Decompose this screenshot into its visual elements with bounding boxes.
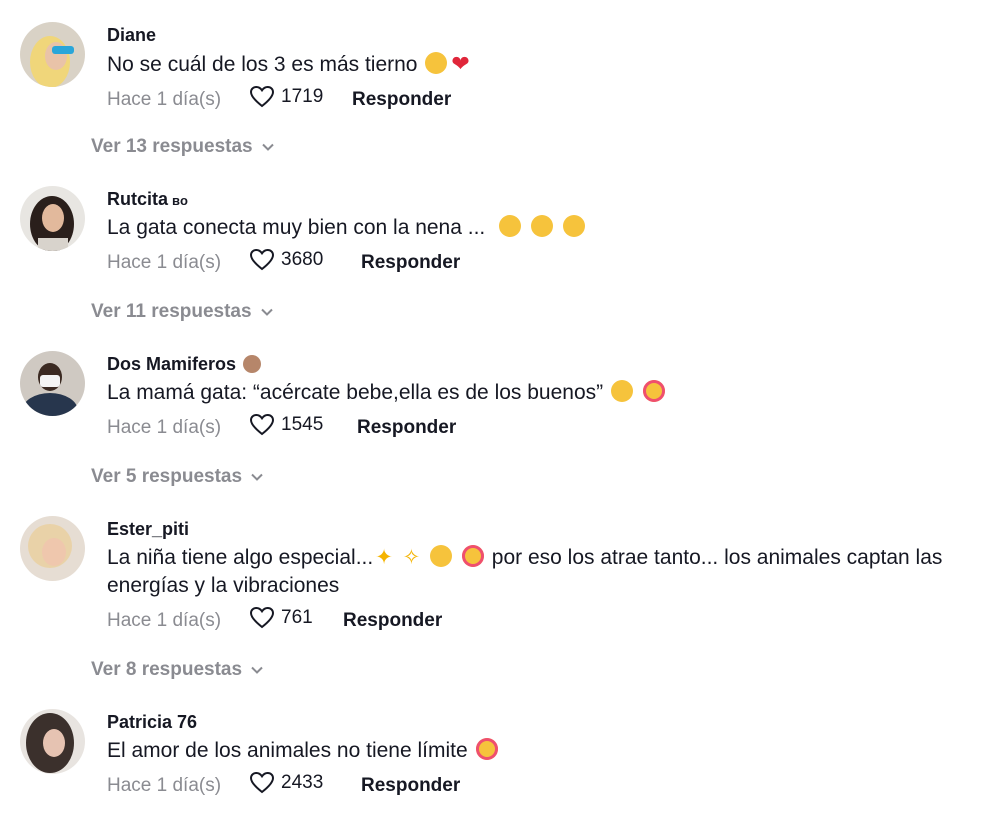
smiling-face-with-heart-eyes-icon — [430, 545, 453, 567]
smiling-face-with-hearts-icon — [642, 380, 665, 402]
comment-time: Hace 1 día(s) — [107, 775, 222, 796]
reply-button[interactable]: Responder — [361, 775, 460, 797]
smiling-face-with-hearts-icon — [475, 738, 498, 760]
chevron-down-icon — [251, 473, 263, 481]
chevron-down-icon — [261, 143, 274, 151]
comment-text: La mamá gata: “acércate bebe,ella es de … — [107, 379, 986, 407]
avatar[interactable] — [20, 709, 85, 774]
comment-text: No se cuál de los 3 es más tierno ❤ — [107, 51, 470, 76]
like-button[interactable]: 1719 — [249, 85, 323, 109]
view-replies-button[interactable]: Ver 13 respuestas — [91, 136, 275, 158]
avatar[interactable] — [20, 22, 85, 87]
comment-time: Hace 1 día(s) — [107, 610, 222, 631]
smiling-face-with-hearts-icon — [461, 545, 484, 567]
reply-button[interactable]: Responder — [343, 610, 442, 632]
like-button[interactable]: 3680 — [249, 248, 323, 272]
view-replies-button[interactable]: Ver 8 respuestas — [91, 659, 264, 681]
reply-button[interactable]: Responder — [357, 417, 456, 439]
like-count: 3680 — [281, 249, 324, 270]
view-replies-button[interactable]: Ver 5 respuestas — [91, 466, 264, 488]
reply-button[interactable]: Responder — [361, 252, 460, 274]
comment-username[interactable]: Diane — [107, 24, 986, 46]
avatar[interactable] — [20, 516, 85, 581]
sparkles-icon: ✦ — [375, 546, 393, 569]
comment-username[interactable]: Patricia 76 — [107, 711, 986, 733]
loudly-crying-face-icon — [425, 52, 448, 74]
heart-icon — [249, 771, 275, 794]
like-button[interactable]: 2433 — [249, 771, 323, 795]
heart-icon — [249, 606, 275, 629]
comment-text: El amor de los animales no tiene límite — [107, 737, 986, 765]
comment-username[interactable]: Rutcita ʙᴏ — [107, 188, 986, 210]
flushed-face-icon — [562, 215, 585, 237]
heart-icon — [249, 85, 275, 108]
like-count: 1545 — [281, 414, 324, 435]
comment-text: La gata conecta muy bien con la nena ... — [107, 214, 986, 242]
like-count: 2433 — [281, 772, 324, 793]
user-badge: ʙᴏ — [172, 193, 188, 208]
chevron-down-icon — [251, 666, 263, 674]
like-button[interactable]: 1545 — [249, 413, 323, 437]
like-button[interactable]: 761 — [249, 606, 313, 630]
view-replies-button[interactable]: Ver 11 respuestas — [91, 301, 274, 323]
avatar[interactable] — [20, 351, 85, 416]
red-heart-icon: ❤ — [451, 51, 470, 76]
pleading-face-icon — [610, 380, 633, 402]
chevron-down-icon — [260, 308, 273, 316]
comment-text: La niña tiene algo especial...✦ ✧ por es… — [107, 545, 943, 597]
heart-icon — [249, 248, 275, 271]
comment-time: Hace 1 día(s) — [107, 252, 222, 273]
flushed-face-icon — [530, 215, 553, 237]
dizzy-icon: ✧ — [402, 546, 421, 569]
avatar[interactable] — [20, 186, 85, 251]
heart-icon — [249, 413, 275, 436]
comment-username[interactable]: Ester_piti — [107, 518, 986, 540]
like-count: 761 — [281, 607, 313, 628]
breastfeeding-icon — [243, 355, 262, 373]
comment-time: Hace 1 día(s) — [107, 417, 222, 438]
flushed-face-icon — [499, 215, 522, 237]
like-count: 1719 — [281, 86, 324, 107]
comment-username[interactable]: Dos Mamiferos — [107, 353, 986, 375]
reply-button[interactable]: Responder — [352, 89, 451, 111]
comment-time: Hace 1 día(s) — [107, 89, 222, 110]
